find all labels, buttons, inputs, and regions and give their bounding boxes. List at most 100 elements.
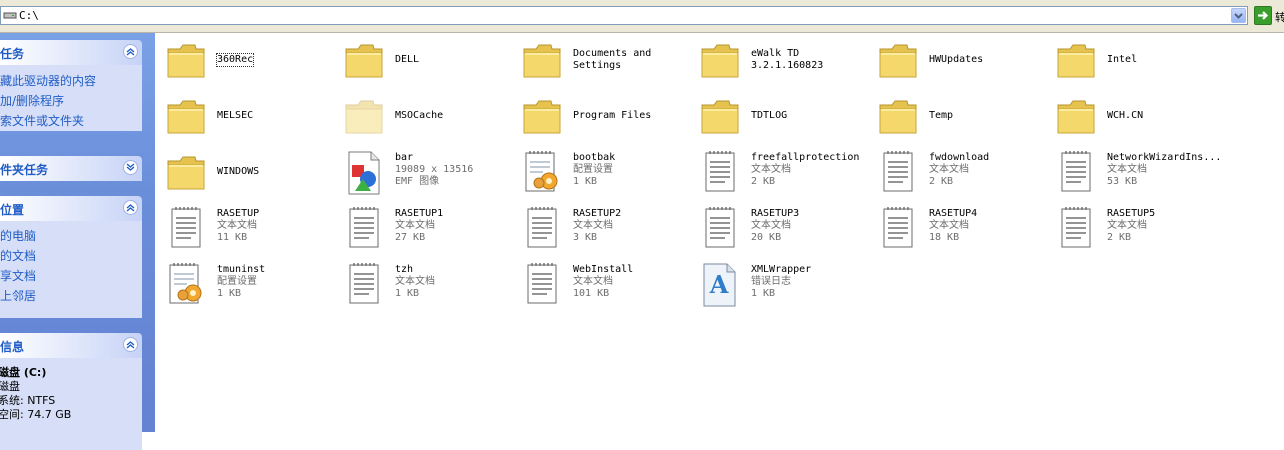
details-header[interactable]: 详细信息 (0, 333, 142, 358)
file-item[interactable]: bootbak 配置设置 1 KB (516, 149, 692, 199)
folder-item[interactable]: DELL (338, 37, 514, 87)
folder-icon (165, 37, 207, 85)
folder-item[interactable]: Intel (1050, 37, 1226, 87)
folder-icon (699, 37, 741, 85)
item-name: 360Rec (215, 53, 255, 67)
item-label: TDTLOG (751, 110, 869, 122)
text-file-icon (165, 205, 207, 253)
file-item[interactable]: freefallprotection 文本文档 2 KB (694, 149, 870, 199)
collapse-icon[interactable] (123, 44, 138, 59)
item-size: 20 KB (751, 232, 782, 243)
collapse-icon[interactable] (123, 200, 138, 215)
arrow-right-icon (1258, 11, 1269, 20)
item-size: 1 KB (217, 288, 242, 299)
go-button[interactable] (1254, 6, 1272, 25)
item-size: 1 KB (573, 176, 598, 187)
item-size: 18 KB (929, 232, 960, 243)
file-item[interactable]: RASETUP5 文本文档 2 KB (1050, 205, 1226, 255)
task-link-search[interactable]: 搜索文件或文件夹 (0, 111, 142, 131)
panel-title: 详细信息 (0, 340, 25, 354)
folder-item[interactable]: Temp (872, 93, 1048, 143)
other-places-header[interactable]: 其它位置 (0, 196, 142, 221)
folder-item[interactable]: WCH.CN (1050, 93, 1226, 143)
file-item[interactable]: NetworkWizardIns... 文本文档 53 KB (1050, 149, 1226, 199)
item-type: 配置设置 (573, 164, 613, 175)
item-type: 文本文档 (1107, 164, 1147, 175)
item-label: Program Files (573, 110, 691, 122)
place-link-my-documents[interactable]: 我的文档 (0, 246, 142, 266)
item-label: tmuninst 配置设置 1 KB (217, 264, 335, 300)
free-space: 可用空间: 74.7 GB (0, 408, 72, 421)
folder-item[interactable]: eWalk TD 3.2.1.160823 (694, 37, 870, 87)
item-name: Intel (1107, 54, 1138, 65)
file-item[interactable]: WebInstall 文本文档 101 KB (516, 261, 692, 311)
item-size: 2 KB (1107, 232, 1132, 243)
folder-item[interactable]: WINDOWS (160, 149, 336, 199)
item-name: WCH.CN (1107, 110, 1144, 121)
file-item[interactable]: tzh 文本文档 1 KB (338, 261, 514, 311)
text-file-icon (343, 205, 385, 253)
item-name: Temp (929, 110, 954, 121)
address-path: C:\ (19, 9, 39, 22)
item-name: WINDOWS (217, 166, 260, 177)
folder-icon (877, 93, 919, 141)
address-dropdown-button[interactable] (1231, 8, 1246, 23)
system-tasks-header[interactable]: 系统任务 (0, 40, 142, 65)
file-item[interactable]: RASETUP2 文本文档 3 KB (516, 205, 692, 255)
item-label: Intel (1107, 54, 1225, 66)
folder-item[interactable]: MELSEC (160, 93, 336, 143)
address-input[interactable]: C:\ (0, 6, 1248, 25)
item-name: RASETUP1 (395, 208, 444, 219)
item-size: 1 KB (751, 288, 776, 299)
file-item[interactable]: RASETUP 文本文档 11 KB (160, 205, 336, 255)
folder-item[interactable]: Documents and Settings (516, 37, 692, 87)
item-label: RASETUP2 文本文档 3 KB (573, 208, 691, 244)
item-label: DELL (395, 54, 513, 66)
collapse-icon[interactable] (123, 337, 138, 352)
file-item[interactable]: RASETUP4 文本文档 18 KB (872, 205, 1048, 255)
place-link-network[interactable]: 网上邻居 (0, 286, 142, 306)
item-name: NetworkWizardIns... (1107, 152, 1222, 163)
item-type: 19089 x 13516 (395, 164, 474, 175)
go-label[interactable]: 转到 (1275, 9, 1284, 25)
folder-item[interactable]: MSOCache (338, 93, 514, 143)
item-type: 文本文档 (395, 220, 435, 231)
expand-icon[interactable] (123, 160, 138, 175)
file-item[interactable]: bar 19089 x 13516 EMF 图像 (338, 149, 514, 199)
item-name: freefallprotection (751, 152, 860, 163)
file-item[interactable]: RASETUP3 文本文档 20 KB (694, 205, 870, 255)
item-label: 360Rec (215, 53, 335, 70)
folder-item[interactable]: Program Files (516, 93, 692, 143)
item-label: tzh 文本文档 1 KB (395, 264, 513, 300)
place-link-shared-documents[interactable]: 共享文档 (0, 266, 142, 286)
item-size: 27 KB (395, 232, 426, 243)
item-name: Documents and Settings (573, 48, 652, 71)
item-name: bootbak (573, 152, 616, 163)
file-item[interactable]: fwdownload 文本文档 2 KB (872, 149, 1048, 199)
file-tasks-header[interactable]: 文件和文件夹任务 (0, 156, 142, 181)
folder-icon (521, 93, 563, 141)
task-link-add-remove[interactable]: 添加/删除程序 (0, 91, 142, 111)
text-file-icon (699, 149, 741, 197)
task-pane: 系统任务 隐藏此驱动器的内容 添加/删除程序 搜索文件或文件夹 文件和文件夹任务… (0, 33, 155, 450)
item-name: bar (395, 152, 414, 163)
item-label: RASETUP 文本文档 11 KB (217, 208, 335, 244)
text-file-icon (1055, 205, 1097, 253)
file-item[interactable]: tmuninst 配置设置 1 KB (160, 261, 336, 311)
item-type: 文本文档 (929, 220, 969, 231)
folder-icon (165, 93, 207, 141)
file-item[interactable]: A XMLWrapper 错误日志 1 KB (694, 261, 870, 311)
item-label: Documents and Settings (573, 48, 691, 72)
place-link-my-computer[interactable]: 我的电脑 (0, 226, 142, 246)
text-file-icon (521, 205, 563, 253)
file-list: 360Rec DELL Documents and Settings eWalk TD… (155, 33, 1284, 432)
folder-item[interactable]: TDTLOG (694, 93, 870, 143)
item-label: RASETUP4 文本文档 18 KB (929, 208, 1047, 244)
folder-icon (1055, 37, 1097, 85)
file-item[interactable]: RASETUP1 文本文档 27 KB (338, 205, 514, 255)
task-link-hide-drive[interactable]: 隐藏此驱动器的内容 (0, 71, 142, 91)
item-size: 101 KB (573, 288, 610, 299)
folder-item[interactable]: 360Rec (160, 37, 336, 87)
folder-item[interactable]: HWUpdates (872, 37, 1048, 87)
folder-icon (699, 93, 741, 141)
